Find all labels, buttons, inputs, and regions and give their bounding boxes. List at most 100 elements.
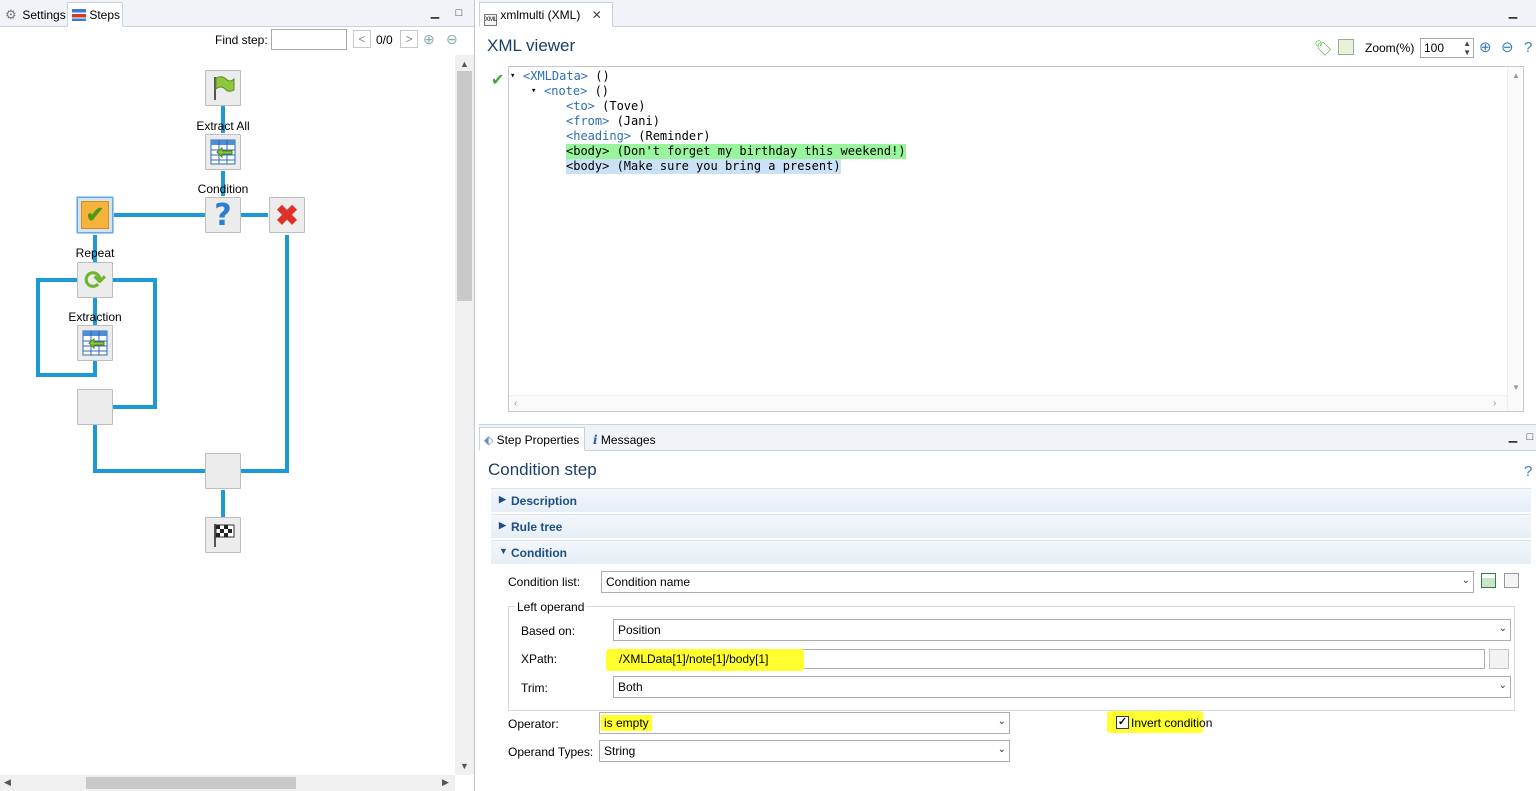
scroll-thumb[interactable] bbox=[457, 71, 472, 301]
trim-value: Both bbox=[618, 680, 643, 694]
zoom-in-icon[interactable]: ⊕ bbox=[423, 31, 435, 48]
tree-toggle-icon[interactable]: ▾ bbox=[531, 84, 536, 99]
zoom-input[interactable]: 100 ▲ ▼ bbox=[1420, 38, 1474, 58]
xml-tag: <from> bbox=[566, 114, 610, 128]
xml-horizontal-scrollbar[interactable]: ‹ › bbox=[509, 395, 1507, 411]
false-branch-node[interactable]: ✖ bbox=[269, 197, 305, 233]
add-condition-icon[interactable] bbox=[1481, 573, 1496, 588]
connector bbox=[113, 213, 205, 217]
operator-select[interactable]: is empty ⌄ bbox=[599, 712, 1010, 734]
tab-settings[interactable]: ⚙ Settings bbox=[0, 2, 66, 27]
tag-icon[interactable]: 🏷 bbox=[1314, 39, 1333, 57]
xml-tag: <to> bbox=[566, 99, 595, 113]
extraction-node[interactable] bbox=[77, 325, 113, 361]
help-icon[interactable]: ? bbox=[1524, 39, 1536, 55]
zoom-out-icon[interactable]: ⊖ bbox=[446, 31, 458, 48]
rule-tree-section-header[interactable]: ▶ Rule tree bbox=[491, 514, 1531, 538]
end-node[interactable] bbox=[205, 517, 241, 553]
checkered-flag-icon bbox=[214, 524, 235, 547]
condition-list-value: Condition name bbox=[606, 575, 691, 589]
xpath-value: /XMLData[1]/note[1]/body[1] bbox=[619, 652, 769, 666]
repeat-node[interactable]: ⟳ bbox=[77, 262, 113, 298]
xml-node-line[interactable]: <to> (Tove) bbox=[566, 99, 645, 114]
xml-tag: <body> bbox=[566, 144, 610, 158]
tab-messages[interactable]: i Messages bbox=[588, 427, 664, 451]
left-operand-label: Left operand bbox=[515, 600, 587, 614]
xml-vertical-scrollbar[interactable]: ▲ ▼ bbox=[1507, 67, 1523, 411]
minimize-button[interactable]: ▁ bbox=[1506, 430, 1520, 444]
xml-node-line[interactable]: <XMLData> () bbox=[523, 69, 610, 84]
zoom-out-icon[interactable]: ⊖ bbox=[1501, 38, 1514, 56]
operand-types-select[interactable]: String ⌄ bbox=[599, 740, 1010, 762]
maximize-button[interactable]: □ bbox=[1524, 430, 1536, 444]
left-tab-bar: ⚙ Settings Steps ▁ □ bbox=[0, 0, 474, 27]
xml-tree-view[interactable]: ▾ <XMLData> () ▾ <note> () <to> (Tove) <from>… bbox=[508, 66, 1524, 412]
operator-value: is empty bbox=[601, 715, 652, 731]
maximize-button[interactable]: □ bbox=[452, 6, 466, 20]
join-node[interactable] bbox=[205, 453, 241, 489]
zoom-in-icon[interactable]: ⊕ bbox=[1479, 38, 1492, 56]
steps-icon bbox=[72, 9, 86, 21]
remove-condition-icon[interactable] bbox=[1504, 573, 1519, 588]
scroll-thumb[interactable] bbox=[86, 777, 296, 789]
tab-steps[interactable]: Steps bbox=[67, 2, 123, 27]
connector bbox=[153, 278, 157, 409]
scroll-down-icon[interactable]: ▼ bbox=[1512, 383, 1520, 392]
xml-node-line[interactable]: <body> (Make sure you bring a present) bbox=[566, 159, 841, 174]
settings-page-icon[interactable] bbox=[1338, 39, 1354, 55]
condition-list-select[interactable]: Condition name ⌄ bbox=[601, 571, 1474, 593]
tree-toggle-icon[interactable]: ▾ bbox=[510, 69, 515, 84]
xml-node-line[interactable]: <body> (Don't forget my birthday this we… bbox=[566, 144, 906, 159]
close-icon[interactable]: ✕ bbox=[592, 8, 602, 22]
horizontal-scrollbar[interactable]: ◀ ▶ bbox=[0, 775, 455, 791]
editor-tab-bar: XML xmlmulti (XML) ✕ ▁ bbox=[479, 0, 1536, 27]
minimize-button[interactable]: ▁ bbox=[1506, 6, 1520, 20]
scroll-left-icon[interactable]: ◀ bbox=[4, 777, 11, 788]
extract-all-node[interactable] bbox=[205, 134, 241, 170]
repeat-icon: ⟳ bbox=[84, 264, 106, 295]
tab-step-properties[interactable]: ⬖ Step Properties bbox=[479, 427, 585, 451]
scroll-right-icon[interactable]: › bbox=[1493, 398, 1496, 409]
loop-end-node[interactable] bbox=[77, 389, 113, 425]
condition-section-header[interactable]: ▼ Condition bbox=[491, 540, 1531, 564]
help-icon[interactable]: ? bbox=[1524, 463, 1536, 479]
tab-settings-label: Settings bbox=[22, 8, 66, 22]
condition-node[interactable]: ? bbox=[205, 197, 241, 233]
scroll-left-icon[interactable]: ‹ bbox=[514, 398, 517, 409]
checkmark-icon: ✔ bbox=[81, 201, 109, 229]
scroll-down-icon[interactable]: ▼ bbox=[460, 761, 469, 771]
scroll-up-icon[interactable]: ▲ bbox=[460, 59, 469, 69]
chevron-down-icon: ⌄ bbox=[1498, 680, 1507, 691]
xml-tag: <body> bbox=[566, 159, 610, 173]
scroll-up-icon[interactable]: ▲ bbox=[1512, 71, 1520, 80]
scroll-right-icon[interactable]: ▶ bbox=[442, 777, 449, 788]
tab-messages-label: Messages bbox=[600, 433, 656, 447]
xml-node-line[interactable]: <heading> (Reminder) bbox=[566, 129, 711, 144]
trim-select[interactable]: Both ⌄ bbox=[613, 676, 1511, 698]
tab-xmlmulti[interactable]: XML xmlmulti (XML) ✕ bbox=[479, 2, 613, 27]
gear-icon: ⚙ bbox=[5, 7, 17, 22]
vertical-scrollbar[interactable]: ▲ ▼ bbox=[455, 55, 474, 775]
repeat-label: Repeat bbox=[75, 246, 115, 260]
operand-types-label: Operand Types: bbox=[508, 745, 594, 759]
based-on-select[interactable]: Position ⌄ bbox=[613, 619, 1511, 641]
start-node[interactable] bbox=[205, 70, 241, 106]
xml-node-line[interactable]: <note> () bbox=[544, 84, 609, 99]
xml-node-line[interactable]: <from> (Jani) bbox=[566, 114, 660, 129]
xml-value: () bbox=[588, 69, 610, 83]
find-step-input[interactable] bbox=[271, 29, 347, 50]
minimize-button[interactable]: ▁ bbox=[428, 6, 442, 20]
chevron-down-icon: ⌄ bbox=[997, 716, 1006, 727]
connector bbox=[113, 278, 157, 282]
zoom-spinner-icon[interactable]: ▲ ▼ bbox=[1463, 39, 1471, 57]
chevron-down-icon: ⌄ bbox=[1498, 623, 1507, 634]
prev-match-button[interactable]: < bbox=[353, 30, 371, 48]
next-match-button[interactable]: > bbox=[400, 30, 418, 48]
description-section-header[interactable]: ▶ Description bbox=[491, 488, 1531, 512]
invert-condition-checkbox[interactable]: ✓ bbox=[1116, 716, 1129, 729]
rule-tree-section-label: Rule tree bbox=[511, 520, 563, 534]
match-count: 0/0 bbox=[376, 33, 393, 47]
true-branch-node[interactable]: ✔ bbox=[77, 197, 113, 233]
xpath-picker-button[interactable] bbox=[1489, 649, 1509, 669]
extraction-label: Extraction bbox=[68, 310, 122, 324]
